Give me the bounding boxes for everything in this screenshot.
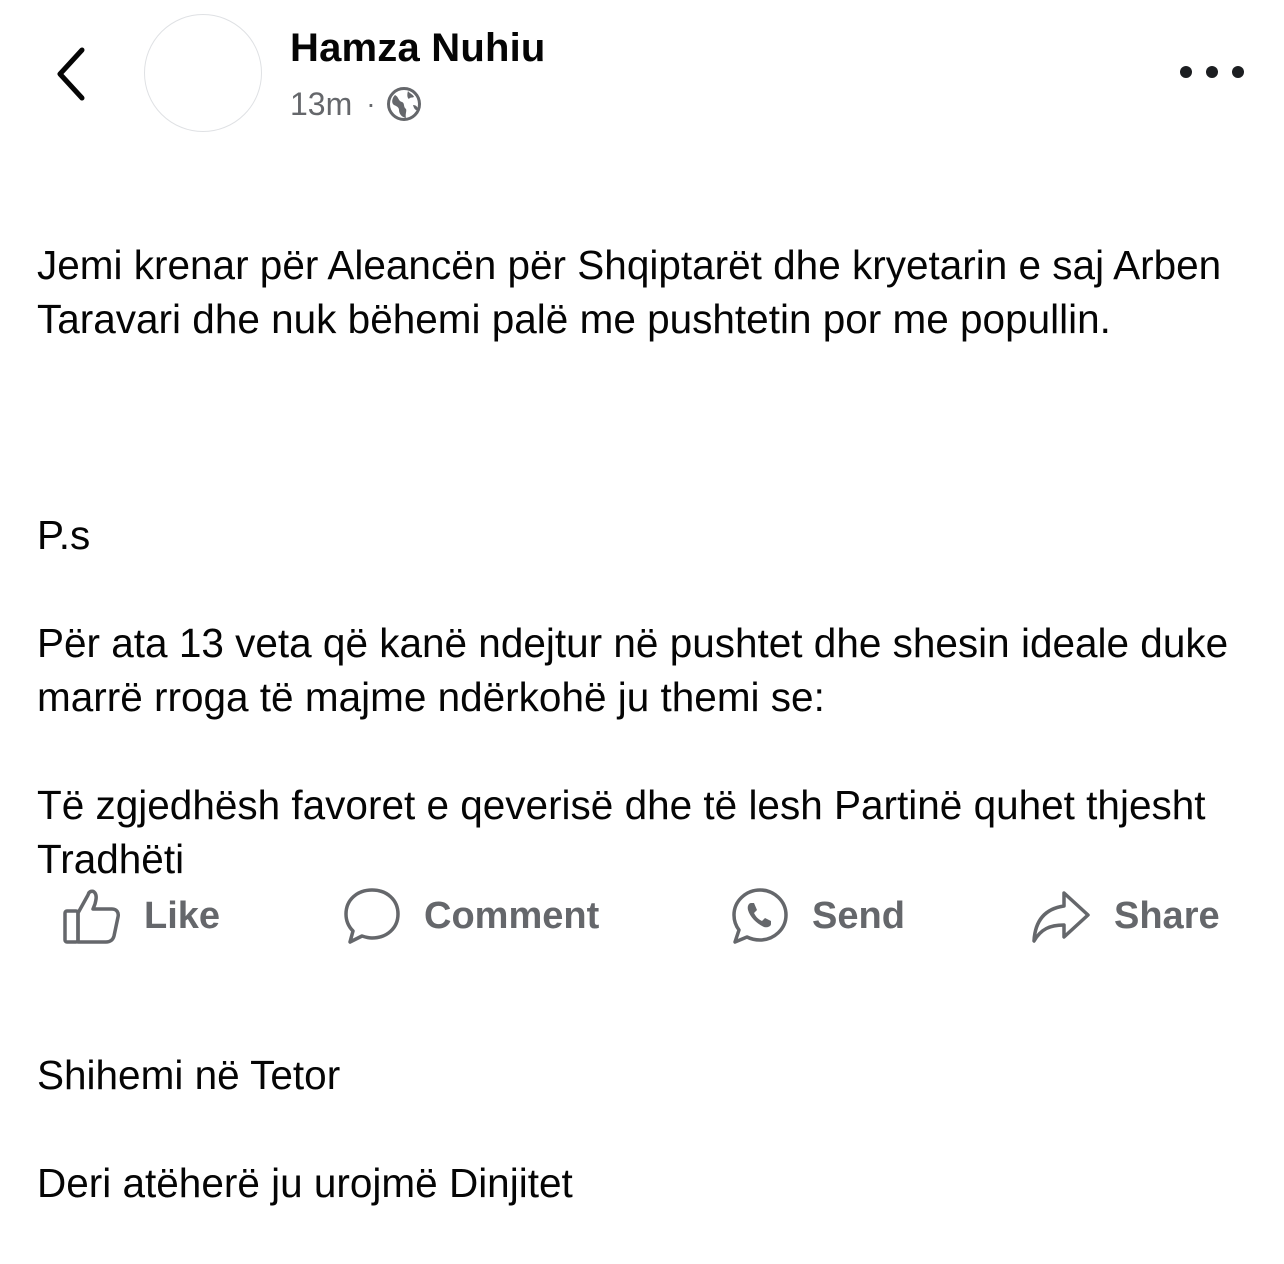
avatar[interactable] (144, 14, 262, 132)
globe-icon (386, 86, 422, 122)
author-name[interactable]: Hamza Nuhiu (290, 22, 546, 74)
more-options-button[interactable] (1180, 54, 1244, 90)
more-dot (1206, 66, 1218, 78)
meta-separator: · (366, 88, 376, 119)
post-paragraph: Shihemi në Tetor (37, 1052, 341, 1098)
thumbs-up-icon (63, 889, 120, 944)
comment-label: Comment (424, 894, 600, 937)
whatsapp-icon (732, 888, 788, 944)
send-label: Send (812, 894, 905, 937)
send-button[interactable]: Send (730, 880, 905, 952)
more-dot (1232, 66, 1244, 78)
post-paragraph: Jemi krenar për Aleancën për Shqiptarët … (37, 242, 1222, 342)
like-button[interactable]: Like (62, 880, 220, 952)
share-label: Share (1114, 894, 1220, 937)
chevron-left-icon (57, 47, 85, 101)
post-paragraph: Për ata 13 veta që kanë ndejtur në pusht… (37, 620, 1229, 720)
more-horizontal-icon (1180, 66, 1192, 78)
post-paragraph: Të zgjedhësh favoret e qeverisë dhe të l… (37, 782, 1206, 882)
post-body: Jemi krenar për Aleancën për Shqiptarët … (37, 184, 1247, 1264)
post-paragraph: P.s (37, 512, 91, 558)
comment-bubble-icon (344, 888, 400, 944)
back-button[interactable] (48, 44, 92, 104)
share-button[interactable]: Share (1030, 880, 1220, 952)
post-actions: Like Comment Send Share (0, 880, 1284, 952)
post-timestamp[interactable]: 13m (290, 86, 352, 123)
comment-button[interactable]: Comment (342, 880, 599, 952)
post-meta: 13m · (290, 82, 422, 126)
like-label: Like (144, 894, 221, 937)
share-arrow-icon (1032, 891, 1090, 943)
post-paragraph: Deri atëherë ju urojmë Dinjitet (37, 1160, 573, 1206)
